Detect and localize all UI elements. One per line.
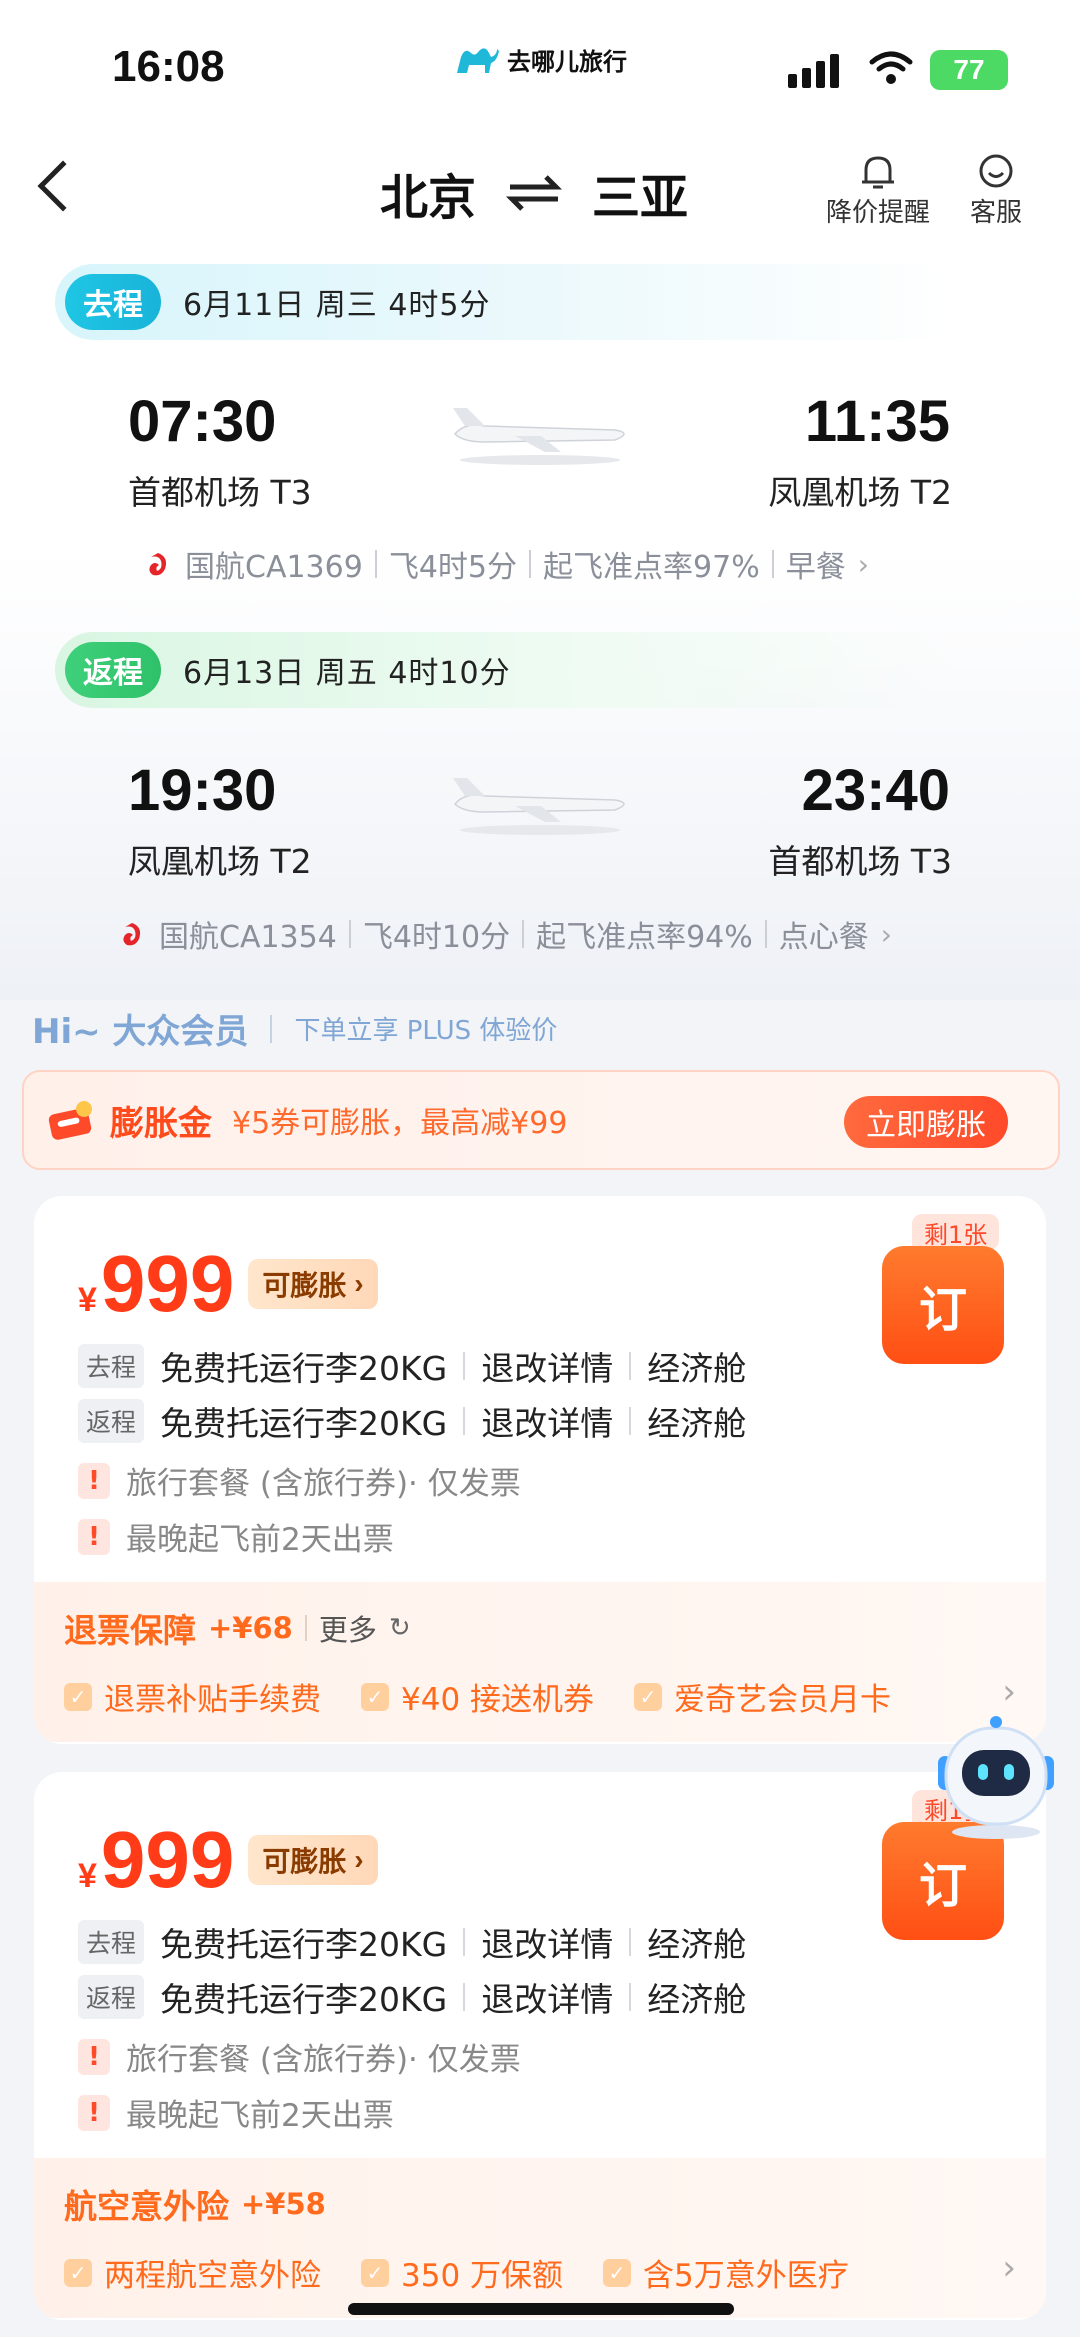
- origin-city: 北京: [380, 170, 477, 226]
- outbound-arr-time: 11:35: [804, 389, 950, 454]
- check-icon: ✓: [64, 1682, 92, 1711]
- return-dep-time: 19:30: [128, 758, 277, 823]
- signal-icon: [788, 52, 839, 88]
- return-arr-time: 23:40: [801, 758, 950, 823]
- check-icon: ✓: [64, 2258, 92, 2287]
- remaining-seats-badge: 剩1张: [912, 1214, 1000, 1250]
- refresh-icon[interactable]: ↻: [389, 1613, 411, 1643]
- refund-rules-link[interactable]: 退改详情: [481, 1973, 613, 2021]
- destination-city: 三亚: [592, 170, 689, 226]
- outbound-arr-airport: 凤凰机场 T2: [768, 473, 952, 512]
- check-icon: ✓: [603, 2258, 632, 2287]
- refund-rules-link[interactable]: 退改详情: [481, 1918, 613, 1966]
- status-time: 16:08: [112, 42, 225, 91]
- inflate-tag[interactable]: 可膨胀 ›: [248, 1835, 378, 1885]
- return-flight-info[interactable]: 国航CA1354 飞4时10分 起飞准点率94% 点心餐 ›: [117, 912, 892, 956]
- offer-price: ¥ 999 可膨胀 ›: [78, 1238, 378, 1330]
- outbound-fare-row: 去程 免费托运行李20KG 退改详情 经济舱: [78, 1342, 746, 1390]
- battery-indicator: 77: [930, 50, 1008, 90]
- offer-note: ! 最晚起飞前2天出票: [78, 2090, 394, 2135]
- accident-insurance-panel[interactable]: 航空意外险 +¥58 ✓ 两程航空意外险 ✓ 350 万保额 ✓ 含5万意外医疗 ›: [34, 2158, 1046, 2318]
- chat-icon: [979, 154, 1013, 188]
- member-bar: Hi~ 大众会员 下单立享 PLUS 体验价: [32, 1012, 558, 1052]
- chevron-right-icon[interactable]: ›: [1002, 2248, 1016, 2288]
- home-indicator: [348, 2303, 734, 2315]
- return-fare-row: 返程 免费托运行李20KG 退改详情 经济舱: [78, 1973, 746, 2021]
- outbound-dep-airport: 首都机场 T3: [128, 473, 312, 512]
- air-china-logo-icon: [149, 553, 167, 576]
- bell-icon: [862, 156, 894, 189]
- outbound-tag: 去程: [65, 274, 161, 330]
- swap-icon[interactable]: [506, 173, 563, 213]
- refund-rules-link[interactable]: 退改详情: [481, 1342, 613, 1390]
- check-icon: ✓: [634, 1682, 663, 1711]
- coupon-gift-icon: [48, 1101, 92, 1140]
- offer-note: ! 最晚起飞前2天出票: [78, 1514, 394, 1559]
- return-dep-airport: 凤凰机场 T2: [128, 842, 312, 881]
- outbound-summary: 去程 6月11日 周三 4时5分: [55, 264, 955, 340]
- warning-icon: !: [78, 1462, 110, 1499]
- chevron-right-icon[interactable]: ›: [1002, 1672, 1016, 1712]
- inflate-tag[interactable]: 可膨胀 ›: [248, 1259, 378, 1309]
- inflate-now-button[interactable]: 立即膨胀: [844, 1096, 1008, 1148]
- airplane-icon: [453, 778, 625, 835]
- book-button[interactable]: 订: [882, 1246, 1004, 1364]
- check-icon: ✓: [361, 1682, 389, 1711]
- robot-assistant-icon[interactable]: [928, 1712, 1064, 1842]
- warning-icon: !: [78, 2094, 110, 2131]
- return-fare-row: 返程 免费托运行李20KG 退改详情 经济舱: [78, 1397, 746, 1445]
- warning-icon: !: [78, 2038, 110, 2075]
- offer-card: ¥ 999 可膨胀 › 剩1张 订 去程 免费托运行李20KG 退改详情 经济舱…: [34, 1196, 1046, 1744]
- inflate-banner[interactable]: 膨胀金 ¥5券可膨胀，最高减¥99 立即膨胀: [22, 1070, 1060, 1170]
- wifi-icon: [869, 51, 913, 84]
- offer-note: ! 旅行套餐 (含旅行券)· 仅发票: [78, 2034, 521, 2079]
- outbound-date: 6月11日 周三 4时5分: [183, 288, 491, 323]
- airplane-icon: [453, 408, 625, 465]
- outbound-flight-info[interactable]: 国航CA1369 飞4时5分 起飞准点率97% 早餐 ›: [143, 542, 869, 586]
- price-alert-button[interactable]: 降价提醒: [826, 152, 930, 229]
- return-summary: 返程 6月13日 周五 4时10分: [55, 632, 955, 708]
- customer-service-button[interactable]: 客服: [970, 152, 1022, 229]
- air-china-logo-icon: [123, 923, 141, 946]
- offer-card: ¥ 999 可膨胀 › 剩1张 订 去程 免费托运行李20KG 退改详情 经济舱…: [34, 1772, 1046, 2320]
- check-icon: ✓: [361, 2258, 389, 2287]
- outbound-fare-row: 去程 免费托运行李20KG 退改详情 经济舱: [78, 1918, 746, 1966]
- route-title[interactable]: 北京 三亚: [380, 158, 688, 228]
- camel-icon: [457, 47, 499, 73]
- refund-rules-link[interactable]: 退改详情: [481, 1397, 613, 1445]
- return-date: 6月13日 周五 4时10分: [183, 656, 511, 691]
- return-tag: 返程: [65, 642, 161, 698]
- offer-note: ! 旅行套餐 (含旅行券)· 仅发票: [78, 1458, 521, 1503]
- warning-icon: !: [78, 1518, 110, 1555]
- refund-protection-panel[interactable]: 退票保障 +¥68 更多 ↻ ✓ 退票补贴手续费 ✓ ¥40 接送机券 ✓ 爱奇艺会员…: [34, 1582, 1046, 1742]
- return-arr-airport: 首都机场 T3: [768, 842, 952, 881]
- more-options-link[interactable]: 更多: [319, 1607, 377, 1649]
- app-logo: 去哪儿旅行: [455, 42, 627, 77]
- outbound-dep-time: 07:30: [128, 389, 277, 454]
- offer-price: ¥ 999 可膨胀 ›: [78, 1814, 378, 1906]
